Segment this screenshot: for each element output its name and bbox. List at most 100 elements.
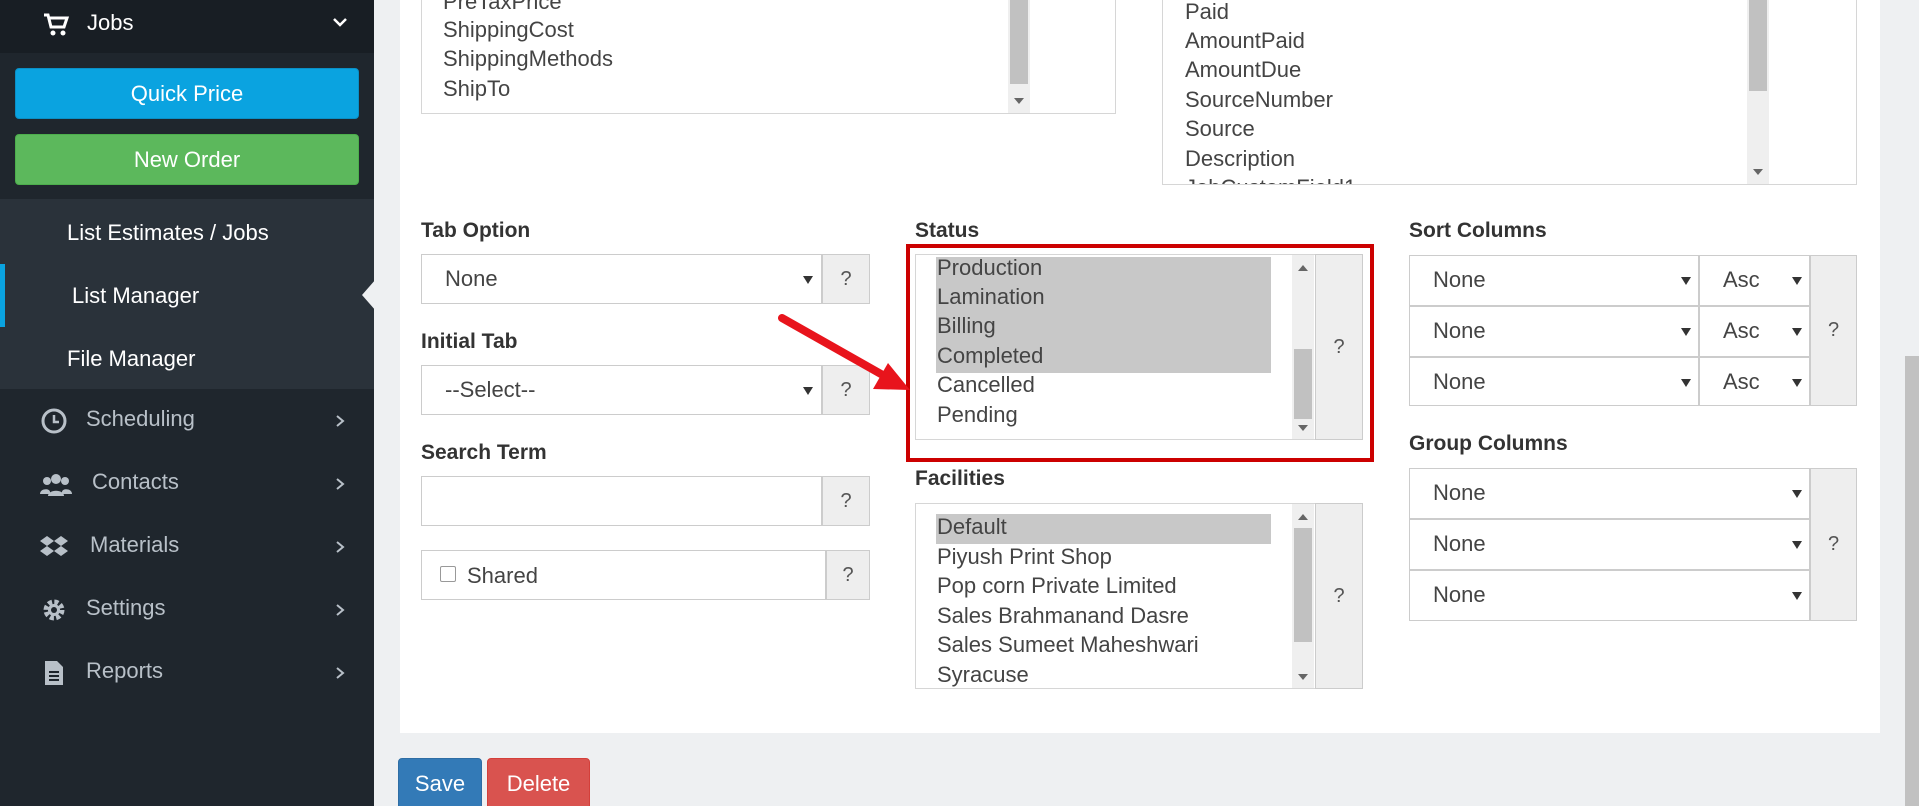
sidebar-item-list-manager[interactable]: List Manager xyxy=(72,283,199,309)
sort-direction-select-1[interactable]: Asc xyxy=(1699,255,1810,306)
sidebar-item-settings[interactable]: Settings xyxy=(0,579,374,641)
shared-label: Shared xyxy=(467,563,538,588)
list-item[interactable]: Default xyxy=(937,514,1007,540)
group-column-select-1[interactable]: None xyxy=(1409,468,1810,519)
caret-down-icon xyxy=(1792,541,1802,549)
sidebar-item-label: Reports xyxy=(86,658,164,683)
list-item[interactable]: Piyush Print Shop xyxy=(937,544,1112,570)
list-item[interactable]: SourceNumber xyxy=(1185,87,1333,113)
selected-columns-list[interactable]: Paid AmountPaid AmountDue SourceNumber S… xyxy=(1162,0,1857,185)
status-label: Status xyxy=(915,219,980,242)
scroll-thumb[interactable] xyxy=(1010,0,1028,84)
list-item[interactable]: ShipTo xyxy=(443,76,510,102)
select-value: None xyxy=(445,266,498,291)
group-column-select-2[interactable]: None xyxy=(1409,519,1810,570)
search-term-label: Search Term xyxy=(421,441,547,464)
available-columns-list[interactable]: PreTaxPrice ShippingCost ShippingMethods… xyxy=(421,0,1116,114)
document-icon xyxy=(45,661,63,685)
search-term-input[interactable] xyxy=(421,476,822,526)
scroll-down-icon[interactable] xyxy=(1753,169,1763,175)
sidebar-item-file-manager[interactable]: File Manager xyxy=(67,346,195,372)
facilities-list[interactable]: Default Piyush Print Shop Pop corn Priva… xyxy=(915,503,1323,689)
scroll-down-icon[interactable] xyxy=(1014,98,1024,104)
sidebar-item-contacts[interactable]: Contacts xyxy=(0,453,374,515)
dropbox-icon xyxy=(40,536,68,556)
sidebar-item-materials[interactable]: Materials xyxy=(0,516,374,578)
list-item[interactable]: PreTaxPrice xyxy=(443,0,562,15)
shared-checkbox[interactable] xyxy=(440,566,456,582)
gear-icon xyxy=(43,599,65,621)
list-item[interactable]: ShippingMethods xyxy=(443,46,613,72)
chevron-right-icon xyxy=(336,604,345,616)
tab-option-label: Tab Option xyxy=(421,219,531,242)
caret-down-icon xyxy=(1681,277,1691,285)
chevron-right-icon xyxy=(336,415,345,427)
quick-price-button[interactable]: Quick Price xyxy=(15,68,359,119)
annotation-highlight-box xyxy=(906,244,1374,462)
cart-icon xyxy=(44,13,70,36)
chevron-right-icon xyxy=(336,478,345,490)
sort-column-select-3[interactable]: None xyxy=(1409,357,1699,406)
annotation-arrow-icon xyxy=(778,314,910,390)
listbox-scrollbar[interactable] xyxy=(1292,504,1314,688)
list-item[interactable]: Source xyxy=(1185,116,1255,142)
sidebar-item-scheduling[interactable]: Scheduling xyxy=(0,390,374,452)
sidebar-item-label: Scheduling xyxy=(86,406,195,431)
sidebar-item-label: Settings xyxy=(86,595,166,620)
facilities-help-button[interactable]: ? xyxy=(1315,503,1363,689)
initial-tab-label: Initial Tab xyxy=(421,330,518,353)
list-item[interactable]: Description xyxy=(1185,146,1295,172)
caret-down-icon xyxy=(1681,328,1691,336)
tab-option-select[interactable]: None xyxy=(421,254,822,304)
shared-help-button[interactable]: ? xyxy=(826,550,870,600)
select-value: None xyxy=(1433,531,1486,556)
list-item[interactable]: Syracuse xyxy=(937,662,1029,688)
caret-down-icon xyxy=(1792,379,1802,387)
scroll-thumb[interactable] xyxy=(1294,528,1312,642)
delete-button[interactable]: Delete xyxy=(487,758,590,806)
users-icon xyxy=(40,474,72,496)
listbox-scrollbar[interactable] xyxy=(1008,0,1030,113)
new-order-button[interactable]: New Order xyxy=(15,134,359,185)
list-item[interactable]: AmountPaid xyxy=(1185,28,1305,54)
sort-columns-help-button[interactable]: ? xyxy=(1810,255,1857,406)
tab-option-help-button[interactable]: ? xyxy=(822,254,870,304)
sort-column-select-2[interactable]: None xyxy=(1409,306,1699,357)
sort-column-select-1[interactable]: None xyxy=(1409,255,1699,306)
list-item[interactable]: AmountDue xyxy=(1185,57,1301,83)
sidebar-item-label: Contacts xyxy=(92,469,179,494)
sort-direction-select-3[interactable]: Asc xyxy=(1699,357,1810,406)
select-value: None xyxy=(1433,267,1486,292)
sidebar-item-jobs[interactable]: Jobs xyxy=(0,0,374,53)
save-button[interactable]: Save xyxy=(398,758,482,806)
list-item[interactable]: ShippingCost xyxy=(443,17,574,43)
sidebar: Jobs Quick Price New Order List Estimate… xyxy=(0,0,376,806)
select-value: --Select-- xyxy=(445,377,536,402)
select-value: Asc xyxy=(1723,369,1760,394)
group-columns-label: Group Columns xyxy=(1409,432,1568,455)
listbox-scrollbar[interactable] xyxy=(1747,0,1769,184)
caret-down-icon xyxy=(1792,592,1802,600)
group-column-select-3[interactable]: None xyxy=(1409,570,1810,621)
scroll-up-icon[interactable] xyxy=(1298,514,1308,520)
list-item[interactable]: Sales Sumeet Maheshwari xyxy=(937,632,1199,658)
page-scrollbar[interactable] xyxy=(1905,356,1919,806)
search-term-help-button[interactable]: ? xyxy=(822,476,870,526)
sort-direction-select-2[interactable]: Asc xyxy=(1699,306,1810,357)
scroll-down-icon[interactable] xyxy=(1298,674,1308,680)
select-value: Asc xyxy=(1723,267,1760,292)
sidebar-item-label: Materials xyxy=(90,532,180,557)
sidebar-item-list-estimates[interactable]: List Estimates / Jobs xyxy=(67,220,269,246)
list-item[interactable]: Paid xyxy=(1185,0,1229,25)
list-item[interactable]: Pop corn Private Limited xyxy=(937,573,1177,599)
group-columns-help-button[interactable]: ? xyxy=(1810,468,1857,621)
sidebar-item-reports[interactable]: Reports xyxy=(0,642,374,704)
initial-tab-select[interactable]: --Select-- xyxy=(421,365,822,415)
clock-icon xyxy=(41,408,67,434)
scroll-thumb[interactable] xyxy=(1749,0,1767,91)
select-value: None xyxy=(1433,318,1486,343)
select-value: None xyxy=(1433,369,1486,394)
shared-field: Shared xyxy=(421,550,826,600)
list-item[interactable]: JobCustomField1 xyxy=(1185,175,1356,184)
list-item[interactable]: Sales Brahmanand Dasre xyxy=(937,603,1189,629)
